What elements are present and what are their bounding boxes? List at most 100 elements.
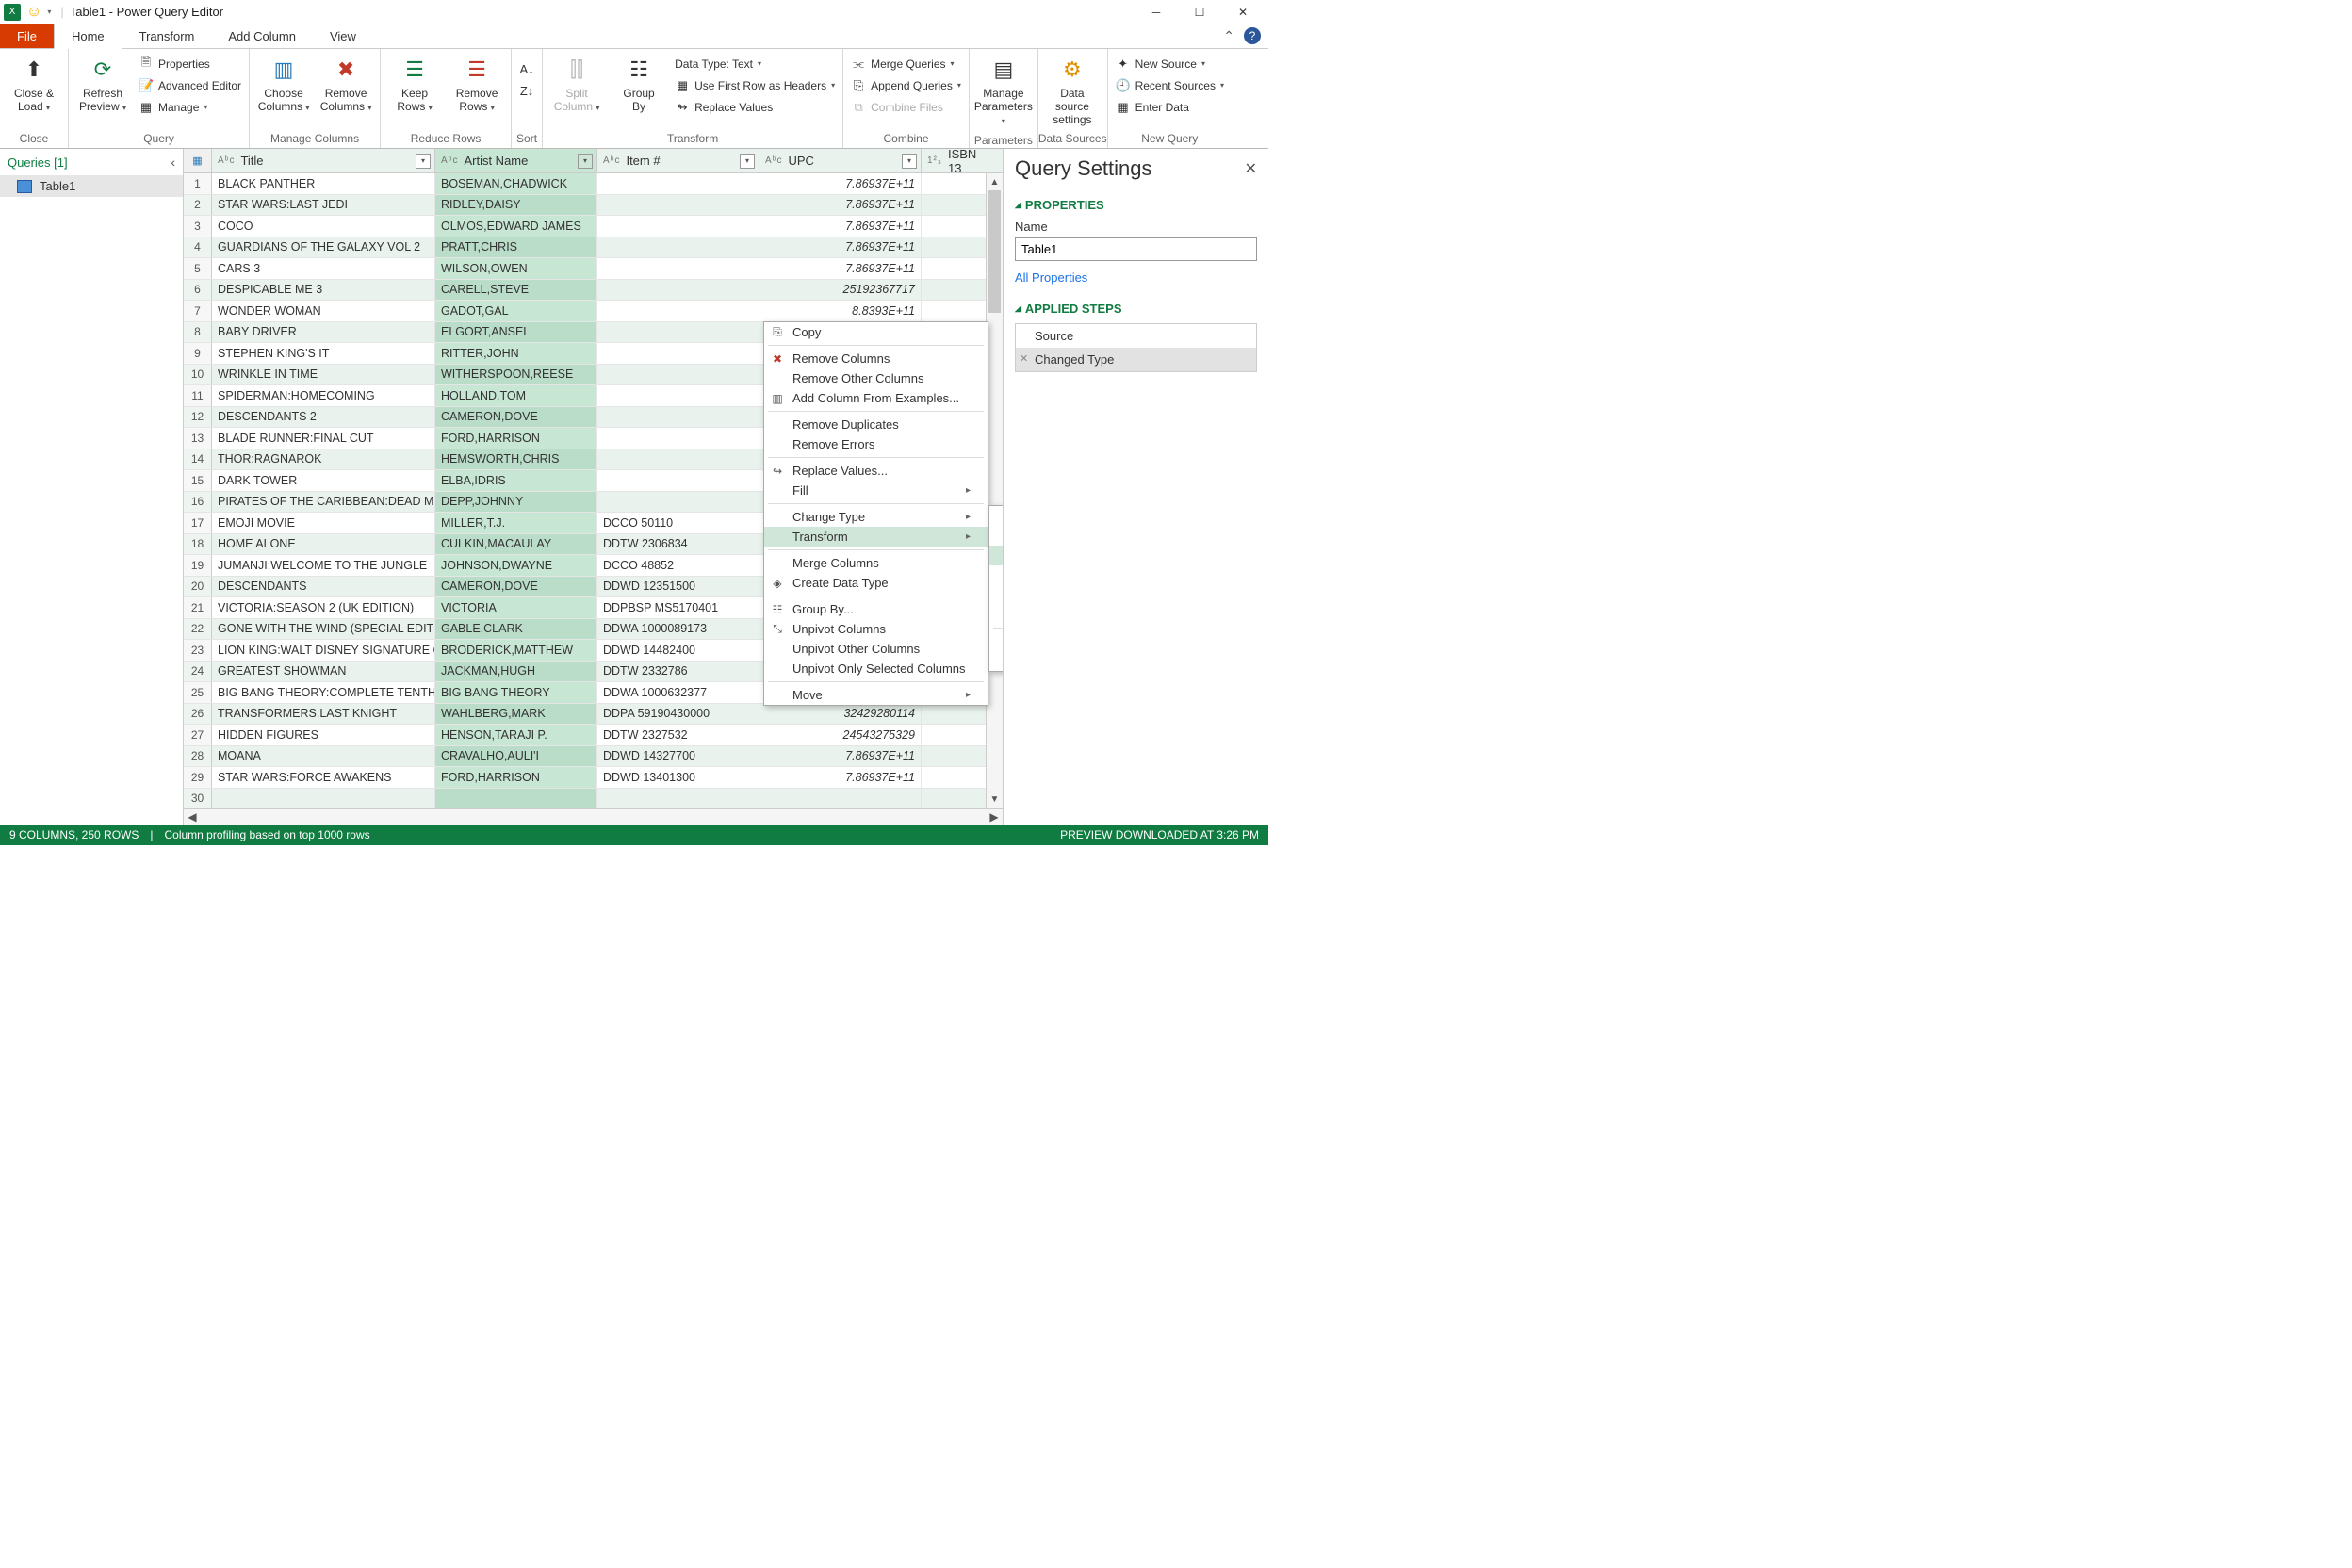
cell-artist[interactable]: HOLLAND,TOM	[435, 385, 597, 406]
menu-transform[interactable]: Transform▸	[764, 527, 988, 547]
cell-title[interactable]: VICTORIA:SEASON 2 (UK EDITION)	[212, 597, 435, 618]
submenu-clean[interactable]: Clean	[989, 585, 1003, 605]
cell-item[interactable]	[597, 428, 760, 449]
cell-item[interactable]: DDTW 2332786	[597, 662, 760, 682]
first-row-headers-button[interactable]: ▦Use First Row as Headers ▾	[673, 74, 837, 96]
cell-title[interactable]: SPIDERMAN:HOMECOMING	[212, 385, 435, 406]
cell-item[interactable]	[597, 449, 760, 470]
menu-copy[interactable]: ⎘Copy	[764, 322, 988, 342]
cell-title[interactable]: STEPHEN KING'S IT	[212, 343, 435, 364]
close-settings-icon[interactable]: ✕	[1245, 159, 1257, 178]
table-row[interactable]: 29STAR WARS:FORCE AWAKENSFORD,HARRISONDD…	[184, 767, 1003, 789]
cell-title[interactable]: EMOJI MOVIE	[212, 513, 435, 533]
cell-artist[interactable]: HENSON,TARAJI P.	[435, 725, 597, 745]
cell-isbn[interactable]	[922, 301, 972, 321]
menu-unpivot[interactable]: ⤡Unpivot Columns	[764, 619, 988, 639]
horizontal-scrollbar[interactable]: ◀ ▶	[184, 808, 1003, 825]
close-load-button[interactable]: ⬆ Close & Load ▾	[6, 53, 62, 115]
step-source[interactable]: Source	[1016, 324, 1256, 348]
cell-title[interactable]: TRANSFORMERS:LAST KNIGHT	[212, 704, 435, 725]
table-row[interactable]: 7WONDER WOMANGADOT,GAL8.8393E+11	[184, 301, 1003, 322]
cell-item[interactable]: DCCO 50110	[597, 513, 760, 533]
cell-artist[interactable]: RIDLEY,DAISY	[435, 195, 597, 216]
cell-item[interactable]	[597, 789, 760, 808]
properties-section[interactable]: PROPERTIES	[1015, 198, 1257, 212]
cell-item[interactable]	[597, 173, 760, 194]
menu-fill[interactable]: Fill▸	[764, 481, 988, 500]
data-source-settings-button[interactable]: ⚙Data source settings	[1044, 53, 1101, 126]
menu-remove-other-columns[interactable]: Remove Other Columns	[764, 368, 988, 388]
cell-artist[interactable]: BIG BANG THEORY	[435, 682, 597, 703]
menu-remove-columns[interactable]: ✖Remove Columns	[764, 349, 988, 368]
cell-isbn[interactable]	[922, 173, 972, 194]
remove-rows-button[interactable]: ☰Remove Rows ▾	[449, 53, 505, 115]
submenu-lowercase[interactable]: lowercase	[989, 506, 1003, 526]
cell-title[interactable]: BIG BANG THEORY:COMPLETE TENTH SEA...	[212, 682, 435, 703]
submenu-trim[interactable]: Trim	[989, 565, 1003, 585]
cell-title[interactable]	[212, 789, 435, 808]
cell-upc[interactable]: 25192367717	[760, 280, 922, 301]
cell-artist[interactable]: JOHNSON,DWAYNE	[435, 555, 597, 576]
query-item-table1[interactable]: Table1	[0, 175, 183, 197]
submenu-length[interactable]: Length	[989, 605, 1003, 625]
all-properties-link[interactable]: All Properties	[1015, 270, 1087, 285]
cell-title[interactable]: COCO	[212, 216, 435, 237]
cell-title[interactable]: PIRATES OF THE CARIBBEAN:DEAD MEN T...	[212, 492, 435, 513]
cell-artist[interactable]: WITHERSPOON,REESE	[435, 365, 597, 385]
table-row[interactable]: 3COCOOLMOS,EDWARD JAMES7.86937E+11	[184, 216, 1003, 237]
cell-item[interactable]: DDTW 2327532	[597, 725, 760, 745]
cell-item[interactable]: DDWA 1000089173	[597, 619, 760, 640]
cell-title[interactable]: HOME ALONE	[212, 534, 435, 555]
advanced-editor-button[interactable]: 📝Advanced Editor	[137, 74, 243, 96]
column-header-upc[interactable]: AᵇcUPC▾	[760, 149, 922, 172]
menu-unpivot-other[interactable]: Unpivot Other Columns	[764, 639, 988, 659]
cell-item[interactable]	[597, 237, 760, 258]
close-button[interactable]: ✕	[1221, 0, 1265, 24]
filter-icon[interactable]: ▾	[578, 154, 593, 169]
maximize-button[interactable]: ☐	[1178, 0, 1221, 24]
data-type-button[interactable]: Data Type: Text ▾	[673, 53, 837, 74]
table-row[interactable]: 5CARS 3WILSON,OWEN7.86937E+11	[184, 258, 1003, 280]
cell-item[interactable]	[597, 280, 760, 301]
tab-file[interactable]: File	[0, 24, 54, 48]
cell-item[interactable]: DDWD 13401300	[597, 767, 760, 788]
cell-item[interactable]	[597, 195, 760, 216]
cell-title[interactable]: DESPICABLE ME 3	[212, 280, 435, 301]
column-header-item[interactable]: AᵇcItem #▾	[597, 149, 760, 172]
column-header-artist[interactable]: AᵇcArtist Name▾	[435, 149, 597, 172]
table-row[interactable]: 30	[184, 789, 1003, 808]
row-number-header[interactable]: ▦	[184, 149, 212, 172]
cell-artist[interactable]: CAMERON,DOVE	[435, 577, 597, 597]
collapse-ribbon-icon[interactable]: ⌃	[1223, 28, 1234, 44]
menu-change-type[interactable]: Change Type▸	[764, 507, 988, 527]
filter-icon[interactable]: ▾	[416, 154, 431, 169]
cell-title[interactable]: BLACK PANTHER	[212, 173, 435, 194]
cell-title[interactable]: STAR WARS:FORCE AWAKENS	[212, 767, 435, 788]
cell-artist[interactable]: DEPP,JOHNNY	[435, 492, 597, 513]
cell-item[interactable]	[597, 343, 760, 364]
cell-item[interactable]	[597, 301, 760, 321]
name-input[interactable]	[1015, 237, 1257, 261]
applied-steps-section[interactable]: APPLIED STEPS	[1015, 302, 1257, 316]
cell-artist[interactable]: GADOT,GAL	[435, 301, 597, 321]
cell-item[interactable]: DDWD 14482400	[597, 640, 760, 661]
append-queries-button[interactable]: ⎘Append Queries ▾	[849, 74, 963, 96]
cell-isbn[interactable]	[922, 725, 972, 745]
group-by-button[interactable]: ☷Group By	[611, 53, 667, 113]
cell-item[interactable]	[597, 470, 760, 491]
cell-upc[interactable]: 8.8393E+11	[760, 301, 922, 321]
collapse-queries-icon[interactable]: ‹	[171, 155, 175, 170]
menu-create-data-type[interactable]: ◈Create Data Type	[764, 573, 988, 593]
cell-artist[interactable]: BRODERICK,MATTHEW	[435, 640, 597, 661]
scroll-thumb[interactable]	[988, 190, 1001, 313]
cell-upc[interactable]: 32429280114	[760, 704, 922, 725]
cell-title[interactable]: STAR WARS:LAST JEDI	[212, 195, 435, 216]
cell-title[interactable]: GONE WITH THE WIND (SPECIAL EDITION)	[212, 619, 435, 640]
table-row[interactable]: 28MOANACRAVALHO,AULI'IDDWD 143277007.869…	[184, 746, 1003, 768]
menu-unpivot-selected[interactable]: Unpivot Only Selected Columns	[764, 659, 988, 678]
enter-data-button[interactable]: ▦Enter Data	[1114, 96, 1226, 118]
merge-queries-button[interactable]: ⫘Merge Queries ▾	[849, 53, 963, 74]
cell-item[interactable]	[597, 407, 760, 428]
scroll-right-icon[interactable]: ▶	[986, 810, 1003, 824]
table-row[interactable]: 1BLACK PANTHERBOSEMAN,CHADWICK7.86937E+1…	[184, 173, 1003, 195]
